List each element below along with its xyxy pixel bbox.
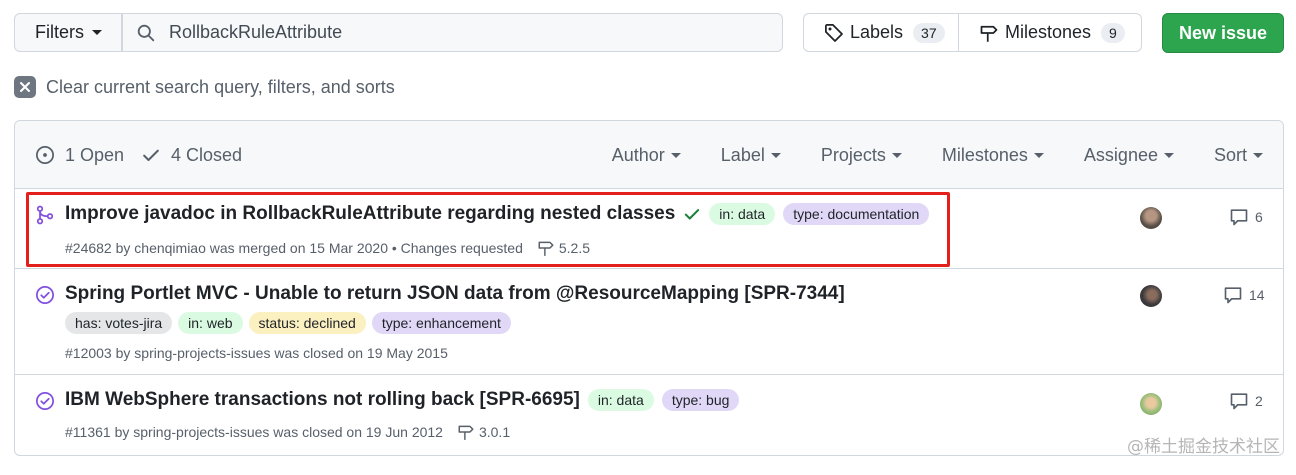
milestones-label: Milestones [1005, 22, 1092, 42]
issue-title-line: Improve javadoc in RollbackRuleAttribute… [65, 203, 930, 225]
labels-button[interactable]: Labels 37 [804, 14, 959, 51]
search-field[interactable] [122, 13, 783, 52]
label-badge[interactable]: type: enhancement [371, 312, 511, 334]
avatar[interactable] [1140, 393, 1162, 415]
author-filter-label: Author [611, 144, 665, 165]
projects-filter-label: Projects [820, 144, 886, 165]
watermark-text: @稀土掘金技术社区 [1127, 437, 1280, 457]
avatar[interactable] [1140, 207, 1162, 229]
assignee-filter[interactable]: Assignee [1084, 145, 1174, 166]
merged-pr-icon [36, 205, 54, 225]
label-badge[interactable]: in: web [178, 312, 243, 334]
issues-list-header: 1 Open 4 Closed Author Label Projects Mi… [15, 121, 1283, 189]
closed-issue-icon [36, 286, 54, 304]
filters-dropdown-button[interactable]: Filters [14, 13, 122, 52]
comments-link[interactable]: 6 [1229, 207, 1263, 227]
caret-down-icon [1033, 152, 1044, 158]
milestone-icon [980, 25, 998, 42]
milestone-link[interactable]: 5.2.5 [559, 240, 590, 256]
caret-down-icon [1163, 152, 1174, 158]
milestones-filter[interactable]: Milestones [942, 145, 1044, 166]
milestones-button[interactable]: Milestones 9 [959, 14, 1141, 51]
clear-filters-link[interactable]: Clear current search query, filters, and… [14, 76, 395, 98]
issues-list: 1 Open 4 Closed Author Label Projects Mi… [14, 120, 1284, 456]
issues-toolbar: Filters Labels 37 Milestones 9 New issue [14, 13, 1284, 54]
issue-title-line: Spring Portlet MVC - Unable to return JS… [65, 283, 845, 305]
list-item: Improve javadoc in RollbackRuleAttribute… [15, 189, 1283, 269]
label-filter[interactable]: Label [721, 145, 781, 166]
caret-down-icon [891, 152, 902, 158]
caret-down-icon [1253, 152, 1263, 158]
close-icon [14, 76, 36, 98]
clear-filters-label: Clear current search query, filters, and… [46, 76, 395, 97]
label-badge[interactable]: type: bug [661, 389, 740, 411]
assignee-filter-label: Assignee [1083, 144, 1158, 165]
labels-milestones-group: Labels 37 Milestones 9 [803, 13, 1142, 52]
milestone-link[interactable]: 3.0.1 [479, 424, 510, 440]
label-badge[interactable]: status: declined [248, 312, 366, 334]
search-input[interactable] [167, 21, 731, 44]
labels-count: 37 [913, 22, 945, 43]
list-item: Spring Portlet MVC - Unable to return JS… [15, 269, 1283, 375]
issue-meta-text: #24682 by chenqimiao was merged on 15 Ma… [65, 240, 523, 256]
closed-count-label: 4 Closed [171, 144, 243, 165]
milestones-count: 9 [1101, 22, 1125, 43]
label-badge[interactable]: has: votes-jira [65, 312, 173, 334]
milestone-icon [538, 241, 554, 256]
caret-down-icon [770, 152, 781, 158]
filters-label: Filters [35, 22, 84, 42]
search-icon [137, 24, 155, 41]
issue-title-link[interactable]: IBM WebSphere transactions not rolling b… [65, 389, 580, 411]
header-filters: Author Label Projects Milestones Assigne… [572, 121, 1263, 189]
projects-filter[interactable]: Projects [821, 145, 902, 166]
label-badge[interactable]: in: data [709, 203, 776, 225]
comment-icon [1230, 393, 1248, 410]
labels-label: Labels [850, 22, 904, 42]
milestones-filter-label: Milestones [941, 144, 1028, 165]
new-issue-button[interactable]: New issue [1162, 13, 1284, 53]
issue-title-line: IBM WebSphere transactions not rolling b… [65, 389, 740, 411]
author-filter[interactable]: Author [612, 145, 681, 166]
caret-down-icon [670, 152, 681, 158]
open-count-label: 1 Open [65, 144, 125, 165]
label-badge[interactable]: in: data [587, 389, 654, 411]
comment-icon [1230, 209, 1248, 226]
comment-count: 6 [1255, 209, 1263, 225]
open-issue-icon [36, 146, 54, 164]
avatar[interactable] [1140, 285, 1162, 307]
issue-meta-text: #11361 by spring-projects-issues was clo… [65, 424, 443, 440]
issue-meta: #24682 by chenqimiao was merged on 15 Ma… [65, 239, 590, 257]
comment-icon [1224, 287, 1242, 304]
tag-icon [825, 23, 843, 42]
issue-title-link[interactable]: Spring Portlet MVC - Unable to return JS… [65, 283, 845, 305]
label-badge[interactable]: type: documentation [783, 203, 930, 225]
issue-title-link[interactable]: Improve javadoc in RollbackRuleAttribute… [65, 203, 675, 225]
comment-count: 14 [1249, 287, 1265, 303]
caret-down-icon [92, 30, 102, 35]
issue-labels: has: votes-jira in: web status: declined… [65, 312, 511, 334]
check-icon [685, 209, 700, 220]
closed-issue-icon [36, 392, 54, 410]
issue-meta: #12003 by spring-projects-issues was clo… [65, 345, 448, 361]
comments-link[interactable]: 14 [1223, 285, 1265, 305]
sort-filter-label: Sort [1213, 144, 1247, 165]
closed-filter-tab[interactable]: 4 Closed [141, 121, 242, 189]
label-filter-label: Label [720, 144, 765, 165]
issue-meta: #11361 by spring-projects-issues was clo… [65, 423, 510, 441]
milestone-icon [458, 425, 474, 440]
check-icon [143, 149, 159, 161]
issue-meta-text: #12003 by spring-projects-issues was clo… [65, 345, 448, 361]
comment-count: 2 [1255, 393, 1263, 409]
open-filter-tab[interactable]: 1 Open [35, 121, 124, 189]
list-item: IBM WebSphere transactions not rolling b… [15, 375, 1283, 455]
comments-link[interactable]: 2 [1229, 391, 1263, 411]
sort-filter[interactable]: Sort [1214, 145, 1263, 166]
